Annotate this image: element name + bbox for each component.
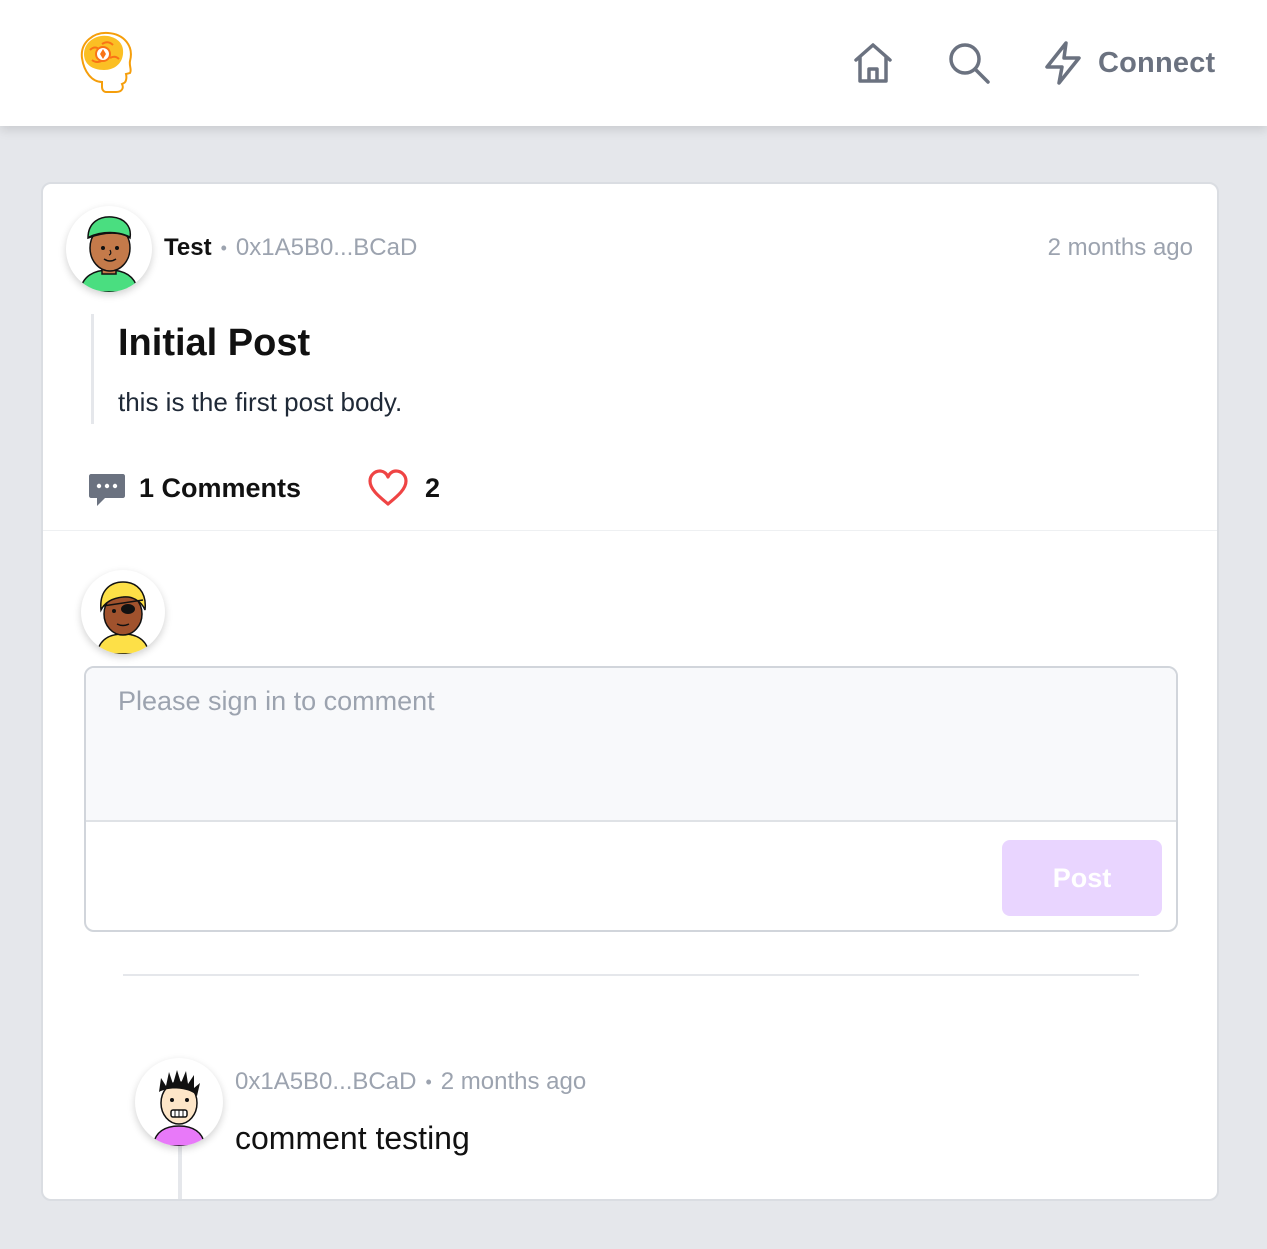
meta-separator: • <box>220 237 227 258</box>
meta-separator: • <box>425 1071 432 1092</box>
comments-count: 1 Comments <box>139 472 302 503</box>
connect-button[interactable]: Connect <box>1042 38 1215 88</box>
current-user-avatar <box>81 570 165 654</box>
post-timestamp: 2 months ago <box>1047 234 1193 261</box>
comment-meta: 0x1A5B0...BCaD • 2 months ago <box>235 1068 586 1096</box>
post-stats: 1 Comments 2 <box>87 468 440 508</box>
comment-input[interactable] <box>86 668 1176 822</box>
comments-divider <box>123 974 1139 976</box>
post-meta: Test • 0x1A5B0...BCaD <box>164 234 417 262</box>
post-author-name[interactable]: Test <box>164 234 212 262</box>
comment-thread-line <box>178 1146 182 1199</box>
comment-text: comment testing <box>235 1120 470 1156</box>
top-navigation-bar: Connect <box>0 0 1267 126</box>
post-author-address: 0x1A5B0...BCaD <box>235 234 418 261</box>
comment-author-address[interactable]: 0x1A5B0...BCaD <box>235 1068 416 1096</box>
search-icon[interactable] <box>944 38 994 88</box>
post-author-avatar[interactable] <box>66 206 152 292</box>
like-button[interactable]: 2 <box>367 469 440 507</box>
comment-timestamp: 2 months ago <box>440 1068 587 1095</box>
lightning-icon <box>1045 41 1081 85</box>
comments-button[interactable]: 1 Comments <box>87 468 301 508</box>
comment-bubble-icon <box>89 474 125 506</box>
comment-composer: Post <box>84 666 1178 932</box>
post-comment-button[interactable]: Post <box>1002 840 1162 916</box>
connect-label: Connect <box>1098 46 1216 79</box>
divider <box>43 530 1217 531</box>
brain-logo[interactable] <box>74 28 136 96</box>
likes-count: 2 <box>425 472 441 503</box>
post-card: Test • 0x1A5B0...BCaD 2 months ago Initi… <box>41 182 1219 1201</box>
home-icon[interactable] <box>848 38 898 88</box>
post-body: this is the first post body. <box>118 387 403 417</box>
post-title: Initial Post <box>118 322 311 364</box>
heart-icon <box>368 469 408 506</box>
post-content: Initial Post this is the first post body… <box>91 314 402 424</box>
comment-author-avatar[interactable] <box>135 1058 223 1146</box>
